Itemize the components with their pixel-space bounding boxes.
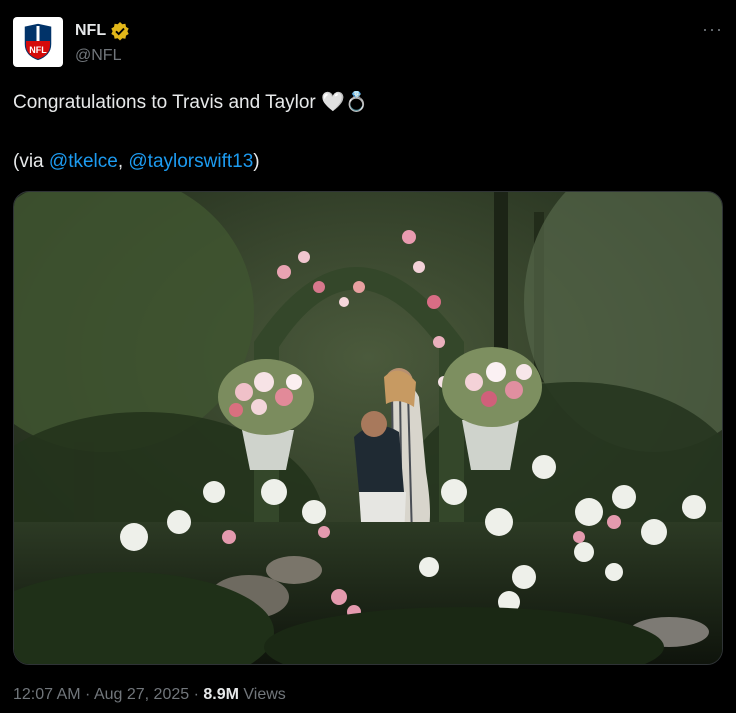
- more-options-icon[interactable]: ···: [702, 19, 723, 40]
- author-name[interactable]: NFL: [75, 22, 106, 40]
- tweet-time[interactable]: 12:07 AM: [13, 686, 81, 703]
- mention-separator: ,: [117, 151, 129, 172]
- mention-taylorswift13[interactable]: @taylorswift13: [128, 151, 253, 172]
- views-count: 8.9M: [203, 686, 239, 703]
- tweet-meta: 12:07 AM · Aug 27, 2025 · 8.9M Views: [13, 686, 286, 704]
- author-name-row[interactable]: NFL: [75, 21, 130, 41]
- tweet-line-2: (via @tkelce, @taylorswift13): [13, 149, 713, 175]
- mention-tkelce[interactable]: @tkelce: [49, 151, 118, 172]
- tweet-header: NFL NFL @NFL ···: [13, 17, 723, 69]
- avatar[interactable]: NFL: [13, 17, 63, 67]
- author-handle[interactable]: @NFL: [75, 47, 121, 65]
- via-suffix: ): [253, 151, 260, 172]
- ring-emoji: 💍: [344, 92, 369, 113]
- garden-proposal-photo-icon: [14, 192, 722, 664]
- meta-separator: ·: [80, 686, 94, 703]
- tweet-photo[interactable]: [13, 191, 723, 665]
- views-label: Views: [238, 686, 286, 703]
- tweet-text: Congratulations to Travis and Taylor 🤍💍 …: [13, 90, 713, 175]
- tweet-date[interactable]: Aug 27, 2025: [94, 686, 189, 703]
- via-prefix: (via: [13, 151, 49, 172]
- meta-separator: ·: [189, 686, 204, 703]
- tweet-text-main: Congratulations to Travis and Taylor: [13, 92, 316, 113]
- nfl-shield-icon: NFL: [23, 22, 53, 62]
- tweet-line-1: Congratulations to Travis and Taylor 🤍💍: [13, 90, 713, 116]
- verified-badge-icon: [111, 22, 129, 41]
- white-heart-emoji: 🤍: [321, 92, 345, 113]
- avatar-logo-text: NFL: [29, 45, 47, 55]
